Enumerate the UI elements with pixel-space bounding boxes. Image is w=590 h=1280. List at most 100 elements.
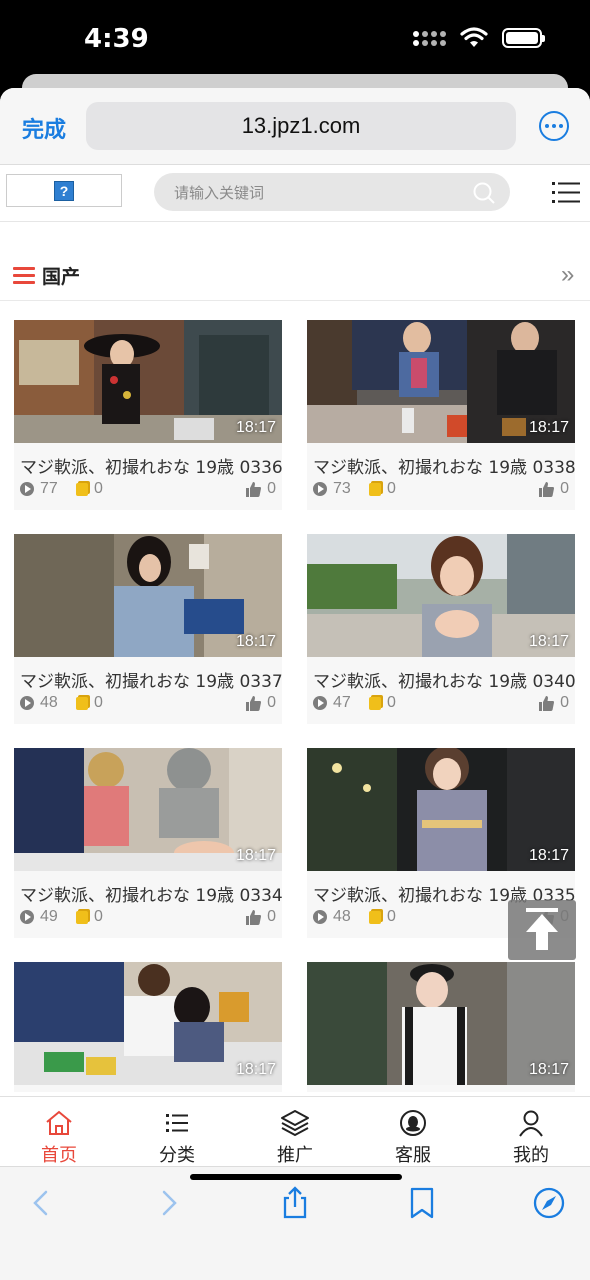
view-count: 73 xyxy=(333,480,351,497)
view-count: 49 xyxy=(40,908,58,925)
cellular-signal-icon xyxy=(413,30,446,46)
video-meta: 49 0 0 xyxy=(20,908,276,930)
like-count: 0 xyxy=(267,480,276,497)
video-title[interactable]: マジ軟派、初撮れおな 19歳 0337 xyxy=(20,667,282,692)
broken-image-icon: ? xyxy=(54,180,74,201)
browser-toolbar xyxy=(0,1166,590,1280)
wifi-icon xyxy=(460,27,488,47)
thumbs-up-icon xyxy=(246,481,262,497)
video-thumbnail[interactable]: 18:17 xyxy=(14,320,282,443)
video-title[interactable]: マジ軟派、初撮れおな 19歳 0334 xyxy=(20,881,282,906)
section-more-link[interactable]: » xyxy=(561,263,574,287)
arrow-up-icon xyxy=(526,908,558,950)
user-icon xyxy=(519,1110,543,1137)
site-tabbar: 首页 分类 推广 客服 我的 xyxy=(0,1096,590,1167)
video-card[interactable]: 18:17 マジ軟派、初撮れおな 19歳 0336 77 0 0 xyxy=(14,320,282,510)
coin-count: 0 xyxy=(94,694,103,711)
search-input[interactable] xyxy=(172,173,466,213)
video-thumbnail[interactable]: 18:17 xyxy=(14,748,282,871)
tab-category[interactable]: 分类 xyxy=(118,1097,236,1167)
browser-sheet: 完成 13.jpz1.com ? 国产 » xyxy=(0,88,590,1280)
video-title[interactable]: マジ軟派、初撮れおな 19歳 0338 xyxy=(313,453,575,478)
done-button[interactable]: 完成 xyxy=(22,112,66,144)
video-duration: 18:17 xyxy=(235,419,276,436)
coin-count: 0 xyxy=(94,908,103,925)
video-duration: 18:17 xyxy=(235,1061,276,1078)
play-count-icon xyxy=(20,696,34,710)
tab-promote[interactable]: 推广 xyxy=(236,1097,354,1167)
video-card[interactable]: 18:17 マジ軟派、初撮れおな 19歳 0340 47 0 0 xyxy=(307,534,575,724)
site-header: ? xyxy=(0,165,590,222)
tab-label: 推广 xyxy=(277,1145,313,1166)
url-bar[interactable]: 13.jpz1.com xyxy=(86,102,516,150)
tab-profile[interactable]: 我的 xyxy=(472,1097,590,1167)
coin-icon xyxy=(76,696,88,710)
video-thumbnail[interactable]: 18:17 xyxy=(14,962,282,1085)
tab-label: 我的 xyxy=(513,1145,549,1166)
video-duration: 18:17 xyxy=(235,633,276,650)
share-icon[interactable] xyxy=(277,1185,313,1221)
video-card[interactable]: 18:17 xyxy=(14,962,282,1092)
search-icon[interactable] xyxy=(472,181,496,205)
play-count-icon xyxy=(20,482,34,496)
video-duration: 18:17 xyxy=(528,419,569,436)
section-menu-icon xyxy=(13,267,35,288)
site-logo[interactable]: ? xyxy=(6,174,122,207)
thumbs-up-icon xyxy=(246,695,262,711)
home-indicator xyxy=(190,1174,402,1180)
coin-count: 0 xyxy=(387,694,396,711)
video-card[interactable]: 18:17 マジ軟派、初撮れおな 19歳 0337 48 0 0 xyxy=(14,534,282,724)
video-thumbnail[interactable]: 18:17 xyxy=(307,748,575,871)
coin-count: 0 xyxy=(387,480,396,497)
forward-icon[interactable] xyxy=(150,1185,186,1221)
back-to-top-button[interactable] xyxy=(508,900,576,960)
play-count-icon xyxy=(313,910,327,924)
like-count: 0 xyxy=(267,908,276,925)
status-icons xyxy=(413,27,545,49)
ellipsis-circle-icon[interactable] xyxy=(539,111,569,141)
video-thumbnail[interactable]: 18:17 xyxy=(307,962,575,1085)
video-thumbnail[interactable]: 18:17 xyxy=(14,534,282,657)
view-count: 77 xyxy=(40,480,58,497)
video-card[interactable]: 18:17 xyxy=(307,962,575,1092)
video-title[interactable]: マジ軟派、初撮れおな 19歳 0336 xyxy=(20,453,282,478)
like-count: 0 xyxy=(267,694,276,711)
video-thumbnail[interactable]: 18:17 xyxy=(307,320,575,443)
video-duration: 18:17 xyxy=(528,847,569,864)
menu-list-icon[interactable] xyxy=(552,180,580,206)
video-card[interactable]: 18:17 マジ軟派、初撮れおな 19歳 0338 73 0 0 xyxy=(307,320,575,510)
tab-label: 分类 xyxy=(159,1145,195,1166)
video-meta: 77 0 0 xyxy=(20,480,276,502)
coin-count: 0 xyxy=(387,908,396,925)
video-thumbnail[interactable]: 18:17 xyxy=(307,534,575,657)
play-count-icon xyxy=(313,696,327,710)
video-meta: 73 0 0 xyxy=(313,480,569,502)
coin-icon xyxy=(369,482,381,496)
tab-label: 客服 xyxy=(395,1145,431,1166)
video-title[interactable]: マジ軟派、初撮れおな 19歳 0340 xyxy=(313,667,575,692)
back-icon[interactable] xyxy=(24,1185,60,1221)
play-count-icon xyxy=(313,482,327,496)
browser-navbar: 完成 13.jpz1.com xyxy=(0,88,590,165)
bookmarks-icon[interactable] xyxy=(404,1185,440,1221)
coin-icon xyxy=(76,482,88,496)
video-card[interactable]: 18:17 マジ軟派、初撮れおな 19歳 0334 49 0 0 xyxy=(14,748,282,938)
video-duration: 18:17 xyxy=(235,847,276,864)
compass-icon[interactable] xyxy=(531,1185,567,1221)
video-duration: 18:17 xyxy=(528,1061,569,1078)
coin-icon xyxy=(369,696,381,710)
tab-support[interactable]: 客服 xyxy=(354,1097,472,1167)
thumbs-up-icon xyxy=(246,909,262,925)
battery-icon xyxy=(502,28,545,48)
section-header: 国产 » xyxy=(0,254,590,300)
support-icon xyxy=(400,1110,426,1136)
section-title: 国产 xyxy=(42,266,81,288)
thumbs-up-icon xyxy=(539,695,555,711)
coin-icon xyxy=(76,910,88,924)
search-bar[interactable] xyxy=(154,173,510,213)
tab-label: 首页 xyxy=(41,1145,77,1166)
divider xyxy=(0,300,590,301)
view-count: 48 xyxy=(333,908,351,925)
view-count: 48 xyxy=(40,694,58,711)
tab-home[interactable]: 首页 xyxy=(0,1097,118,1167)
